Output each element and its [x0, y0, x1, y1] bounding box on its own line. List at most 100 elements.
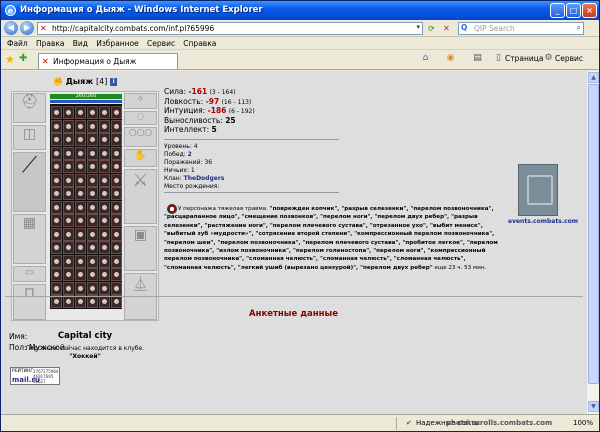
watermark-text: photo.scrolls.combats.com [446, 419, 553, 427]
tattoo-tile [51, 187, 62, 200]
menu-bar: Файл Правка Вид Избранное Сервис Справка [1, 37, 599, 50]
close-button[interactable]: × [582, 3, 597, 18]
tattoo-tile [75, 133, 86, 146]
info-icon[interactable]: i [110, 77, 118, 86]
svg-text:e: e [8, 7, 14, 16]
hp-text: 260/260 [75, 93, 97, 99]
slot-belt[interactable]: ▭ [13, 266, 46, 282]
stat-label: Выносливость: [164, 115, 223, 125]
slot-earrings[interactable]: ✧ [124, 93, 157, 109]
address-bar[interactable]: ✕ http://capitalcity.combats.com/inf.pl?… [37, 22, 423, 35]
page-icon[interactable]: ▯ [492, 53, 505, 66]
earrings-icon: ✧ [136, 94, 145, 105]
address-dropdown-icon[interactable]: ▾ [416, 23, 420, 31]
counter-numbers: 2767275964 46917695 46627 [33, 369, 58, 384]
menu-view[interactable]: Вид [73, 37, 88, 50]
slot-weapon[interactable]: ⟋ [13, 152, 46, 212]
stat-intuition: Интуиция: -186 (6 - 192) [164, 106, 364, 116]
favorites-star-icon[interactable]: ★ [5, 53, 15, 66]
tattoo-tile [63, 214, 74, 227]
tattoo-tile [99, 227, 110, 241]
feeds-icon[interactable]: ◉ [444, 53, 457, 66]
menu-favorites[interactable]: Избранное [96, 37, 139, 50]
site-favicon-icon: ✕ [40, 24, 47, 33]
menu-tools[interactable]: Сервис [147, 37, 175, 50]
character-name: Дыяж [65, 77, 94, 86]
address-url[interactable]: http://capitalcity.combats.com/inf.pl?65… [52, 24, 214, 33]
tattoo-tile [63, 200, 74, 214]
tattoo-tile [63, 268, 74, 281]
tattoo-tile [75, 268, 86, 281]
search-icon[interactable]: ⌕ [577, 23, 581, 33]
events-link[interactable]: events.combats.com [508, 218, 578, 225]
scroll-thumb[interactable] [588, 84, 599, 384]
tattoo-tile [111, 133, 122, 146]
mail-ru-counter[interactable]: РЕЙТИНГ mail.ru 2767275964 46917695 46627 [10, 367, 60, 385]
tools-menu[interactable]: Сервис [555, 54, 583, 63]
divider [164, 192, 339, 193]
back-button[interactable]: ◀ [4, 21, 18, 35]
tattoo-tile [75, 146, 86, 160]
page-menu[interactable]: Страница [505, 54, 543, 63]
menu-edit[interactable]: Правка [36, 37, 65, 50]
tattoo-tile [51, 241, 62, 254]
tattoo-tile [99, 119, 110, 133]
tattoo-tile [51, 227, 62, 241]
stat-value: 25 [225, 115, 236, 125]
menu-help[interactable]: Справка [183, 37, 216, 50]
stop-icon[interactable]: ✕ [440, 22, 453, 35]
forward-button[interactable]: ▶ [20, 21, 34, 35]
browser-window: e Информация о Дыяж - Windows Internet E… [0, 0, 600, 432]
stat-strength: Сила: -161 (3 - 164) [164, 87, 364, 97]
tattoo-tile [111, 187, 122, 200]
slot-bracers[interactable]: ◫ [13, 125, 46, 150]
tattoo-tile [111, 281, 122, 295]
tattoo-tile [63, 227, 74, 241]
add-favorites-icon[interactable]: ✚ [19, 53, 27, 64]
slot-helmet[interactable]: ⛑ [13, 93, 46, 123]
tattoo-tile [87, 281, 98, 295]
tattoo-tile [51, 254, 62, 268]
search-box[interactable]: Q QIP Search ⌕ [458, 22, 584, 35]
info-label: Место рождения: [164, 183, 220, 190]
profile-sex: Пол: Мужской [9, 343, 65, 352]
tattoo-tile [99, 214, 110, 227]
minimize-button[interactable]: _ [550, 3, 565, 18]
gloves-icon: ✋ [134, 150, 147, 161]
slot-amulet[interactable]: ◌ [124, 111, 157, 125]
print-icon[interactable]: ▤ [471, 53, 484, 66]
rings-icon: ○○○ [128, 128, 153, 138]
tattoo-tile [75, 214, 86, 227]
tattoo-tile [63, 241, 74, 254]
profile-name-label: Имя: [9, 332, 28, 341]
tattoo-tile [75, 241, 86, 254]
slot-gloves[interactable]: ✋ [124, 149, 157, 167]
slot-body[interactable]: ▣ [124, 226, 157, 271]
tattoo-tile [51, 146, 62, 160]
info-draws: Ничьих: 1 [164, 167, 364, 175]
clan-link[interactable]: TheDodgers [184, 175, 225, 182]
slot-shield[interactable]: ⚔ [124, 169, 157, 224]
scroll-up-icon[interactable]: ▲ [588, 72, 599, 83]
slot-rings[interactable]: ○○○ [124, 127, 157, 147]
info-label: Клан: [164, 175, 182, 182]
tattoo-tile [51, 160, 62, 173]
home-icon[interactable]: ⌂ [419, 53, 432, 66]
stat-value: -186 [207, 106, 227, 115]
slot-armor[interactable]: ▦ [13, 214, 46, 264]
tab-character-info[interactable]: ✕ Информация о Дыяж [38, 53, 178, 69]
tattoo-tile [51, 119, 62, 133]
vertical-scrollbar[interactable]: ▲ ▼ [586, 71, 599, 414]
events-banner-icon[interactable] [518, 164, 558, 216]
stat-value: -161 [188, 87, 208, 96]
zoom-level[interactable]: 100% [573, 419, 593, 427]
menu-file[interactable]: Файл [7, 37, 28, 50]
tattoo-tile [87, 227, 98, 241]
tattoo-tile [75, 281, 86, 295]
maximize-button[interactable]: □ [566, 3, 581, 18]
scroll-down-icon[interactable]: ▼ [588, 401, 599, 412]
amulet-icon: ◌ [136, 112, 145, 122]
refresh-icon[interactable]: ⟳ [425, 22, 438, 35]
tattoo-tile [87, 119, 98, 133]
tools-gear-icon[interactable]: ⚙ [542, 53, 555, 66]
